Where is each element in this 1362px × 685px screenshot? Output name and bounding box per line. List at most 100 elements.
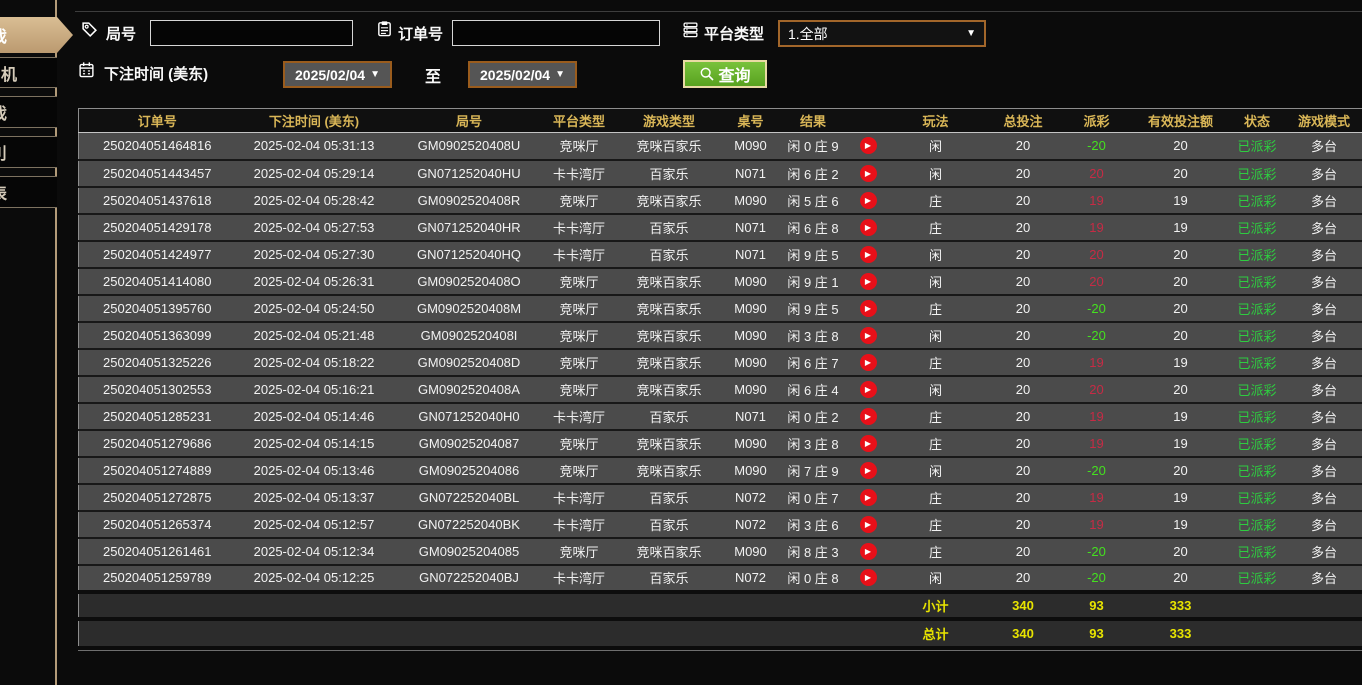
date-to-picker[interactable]: 2025/02/04 ▼ <box>468 61 577 88</box>
bet-time-cell: 2025-02-04 05:21:48 <box>236 322 393 349</box>
order-number-input[interactable] <box>452 20 660 46</box>
platform-cell: 卡卡湾厅 <box>546 403 613 430</box>
game-type-cell: 竞咪百家乐 <box>613 295 726 322</box>
round-number-input[interactable] <box>150 20 353 46</box>
empty-cell <box>613 592 726 619</box>
game-mode-cell: 多台 <box>1286 457 1362 484</box>
sidebar-item-1[interactable]: 戏 <box>0 17 73 53</box>
total-bet-cell: 20 <box>986 214 1061 241</box>
bet-time-cell: 2025-02-04 05:13:46 <box>236 457 393 484</box>
play-video-button[interactable]: ▶ <box>860 462 877 479</box>
bet-time-cell: 2025-02-04 05:29:14 <box>236 160 393 187</box>
play-video-button[interactable]: ▶ <box>860 543 877 560</box>
sidebar: 戏 机 戏 刂 表 <box>0 0 57 685</box>
table-row: 2502040514249772025-02-04 05:27:30GN0712… <box>79 241 1362 268</box>
bet-time-cell: 2025-02-04 05:12:57 <box>236 511 393 538</box>
play-video-button[interactable]: ▶ <box>860 300 877 317</box>
sidebar-item-label: 戏 <box>0 100 7 124</box>
sidebar-item-2[interactable]: 机 <box>0 57 57 88</box>
round-id-cell: GN071252040HQ <box>393 241 546 268</box>
order-id-cell: 250204051414080 <box>79 268 236 295</box>
payout-cell: 19 <box>1061 430 1133 457</box>
order-number-label: 订单号 <box>398 23 443 44</box>
payout-cell: 20 <box>1061 160 1133 187</box>
platform-cell: 竞咪厅 <box>546 187 613 214</box>
empty-cell <box>236 592 393 619</box>
payout-cell: 19 <box>1061 484 1133 511</box>
payout-cell: -20 <box>1061 538 1133 565</box>
platform-type-select[interactable]: 1.全部 ▼ <box>778 20 986 47</box>
play-video-button[interactable]: ▶ <box>860 489 877 506</box>
panel-top-border <box>75 11 1362 12</box>
game-mode-cell: 多台 <box>1286 538 1362 565</box>
play-cell: ▶ <box>851 268 886 295</box>
game-type-cell: 百家乐 <box>613 214 726 241</box>
play-video-button[interactable]: ▶ <box>860 327 877 344</box>
bet-time-cell: 2025-02-04 05:28:42 <box>236 187 393 214</box>
game-mode-cell: 多台 <box>1286 241 1362 268</box>
bet-time-cell: 2025-02-04 05:16:21 <box>236 376 393 403</box>
platform-type-icon <box>682 21 699 38</box>
result-cell: 闲 6 庄 4 <box>776 376 851 403</box>
table-no-cell: M090 <box>726 268 776 295</box>
table-header: 订单号下注时间 (美东)局号平台类型游戏类型桌号结果玩法总投注派彩有效投注额状态… <box>79 109 1362 133</box>
game-mode-cell: 多台 <box>1286 349 1362 376</box>
play-video-button[interactable]: ▶ <box>860 354 877 371</box>
play-video-button[interactable]: ▶ <box>860 408 877 425</box>
total-bet-cell: 20 <box>986 565 1061 592</box>
table-no-cell: M090 <box>726 322 776 349</box>
sidebar-item-4[interactable]: 刂 <box>0 136 57 168</box>
column-header: 订单号 <box>79 109 236 133</box>
result-cell: 闲 6 庄 8 <box>776 214 851 241</box>
table-row: 2502040514291782025-02-04 05:27:53GN0712… <box>79 214 1362 241</box>
sidebar-item-label: 刂 <box>0 140 7 164</box>
column-header: 下注时间 (美东) <box>236 109 393 133</box>
table-bottom-border <box>78 650 1362 651</box>
query-button[interactable]: 查询 <box>683 60 767 88</box>
play-video-button[interactable]: ▶ <box>860 273 877 290</box>
sidebar-item-5[interactable]: 表 <box>0 176 57 208</box>
play-cell: ▶ <box>851 349 886 376</box>
result-cell: 闲 7 庄 9 <box>776 457 851 484</box>
game-type-cell: 百家乐 <box>613 565 726 592</box>
play-video-button[interactable]: ▶ <box>860 219 877 236</box>
date-to-label: 至 <box>425 63 441 87</box>
play-cell: ▶ <box>851 403 886 430</box>
sidebar-item-3[interactable]: 戏 <box>0 96 57 128</box>
status-cell: 已派彩 <box>1229 484 1286 511</box>
play-video-button[interactable]: ▶ <box>860 192 877 209</box>
result-cell: 闲 9 庄 5 <box>776 241 851 268</box>
status-cell: 已派彩 <box>1229 214 1286 241</box>
result-cell: 闲 6 庄 7 <box>776 349 851 376</box>
play-cell: ▶ <box>851 430 886 457</box>
empty-cell <box>79 619 236 646</box>
play-cell: ▶ <box>851 214 886 241</box>
play-video-button[interactable]: ▶ <box>860 137 877 154</box>
status-cell: 已派彩 <box>1229 241 1286 268</box>
play-video-button[interactable]: ▶ <box>860 246 877 263</box>
play-cell: ▶ <box>851 322 886 349</box>
platform-cell: 竞咪厅 <box>546 295 613 322</box>
round-id-cell: GM0902520408U <box>393 133 546 160</box>
round-id-cell: GN071252040H0 <box>393 403 546 430</box>
date-from-picker[interactable]: 2025/02/04 ▼ <box>283 61 392 88</box>
play-video-button[interactable]: ▶ <box>860 165 877 182</box>
table-row: 2502040513025532025-02-04 05:16:21GM0902… <box>79 376 1362 403</box>
total-bet-cell: 20 <box>986 187 1061 214</box>
column-header: 状态 <box>1229 109 1286 133</box>
play-video-button[interactable]: ▶ <box>860 435 877 452</box>
bet-time-cell: 2025-02-04 05:13:37 <box>236 484 393 511</box>
play-video-button[interactable]: ▶ <box>860 569 877 586</box>
empty-cell <box>726 592 776 619</box>
total-bet-cell: 20 <box>986 295 1061 322</box>
order-id-cell: 250204051429178 <box>79 214 236 241</box>
total-bet-cell: 20 <box>986 538 1061 565</box>
platform-cell: 竞咪厅 <box>546 133 613 160</box>
play-type-cell: 庄 <box>886 511 986 538</box>
status-cell: 已派彩 <box>1229 349 1286 376</box>
play-video-button[interactable]: ▶ <box>860 516 877 533</box>
game-mode-cell: 多台 <box>1286 214 1362 241</box>
order-id-cell: 250204051443457 <box>79 160 236 187</box>
payout-cell: 19 <box>1061 349 1133 376</box>
play-video-button[interactable]: ▶ <box>860 381 877 398</box>
